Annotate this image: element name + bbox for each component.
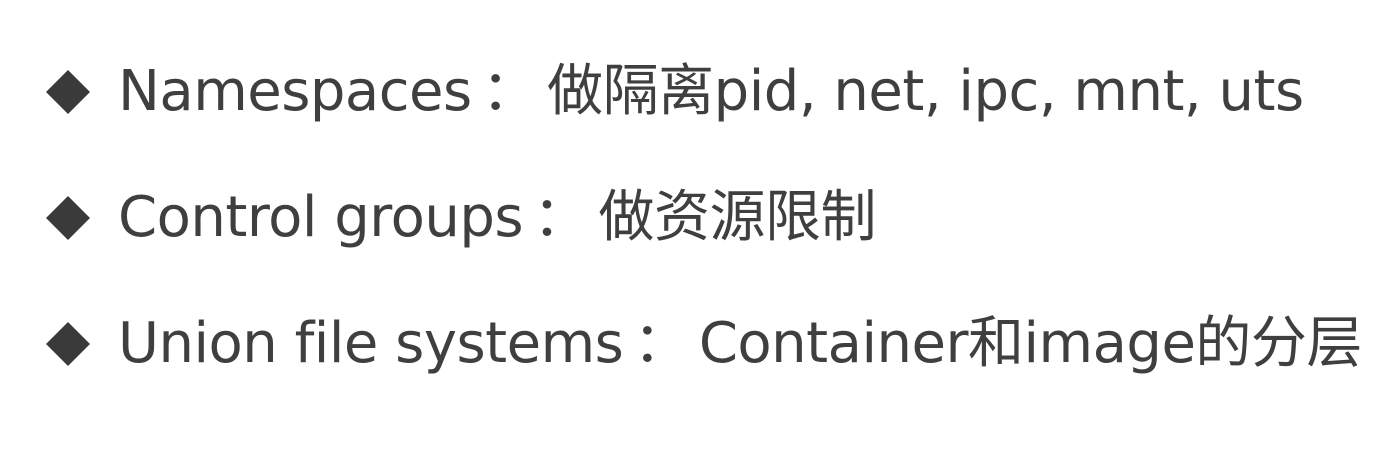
bullet-item-union-file-systems: Union file systems： Container和image的分层 (44, 304, 1362, 384)
bullet-text: Namespaces：做隔离pid, net, ipc, mnt, uts (118, 52, 1304, 132)
bullet-term: Namespaces (118, 59, 472, 124)
bullet-description: 做资源限制 (598, 185, 877, 250)
bullet-separator: ： (633, 311, 689, 376)
bullet-separator: ： (481, 59, 538, 124)
bullet-term: Union file systems (118, 311, 624, 376)
bullet-text: Control groups：做资源限制 (118, 178, 877, 258)
bullet-item-namespaces: Namespaces：做隔离pid, net, ipc, mnt, uts (44, 52, 1304, 132)
bullet-description: Container和image的分层 (698, 311, 1363, 376)
diamond-bullet-icon (44, 194, 92, 242)
bullet-text: Union file systems： Container和image的分层 (118, 304, 1362, 384)
diamond-bullet-icon (44, 68, 92, 116)
bullet-item-control-groups: Control groups：做资源限制 (44, 178, 877, 258)
bullet-term: Control groups (118, 185, 524, 250)
diamond-bullet-icon (44, 320, 92, 368)
bullet-description: 做隔离pid, net, ipc, mnt, uts (547, 59, 1304, 124)
bullet-list: Namespaces：做隔离pid, net, ipc, mnt, uts Co… (0, 0, 1374, 470)
bullet-separator: ： (533, 185, 589, 250)
